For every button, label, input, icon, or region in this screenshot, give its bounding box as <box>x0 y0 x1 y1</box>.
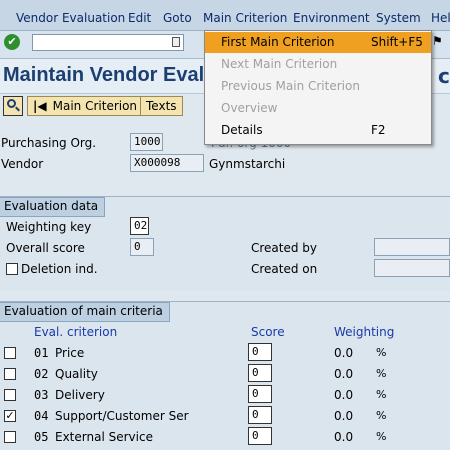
weighting-key-field[interactable]: 02 <box>130 217 149 235</box>
weighting-key-label: Weighting key <box>6 220 92 234</box>
menu-item-label: Next Main Criterion <box>221 57 338 71</box>
col-eval-criterion: Eval. criterion <box>34 325 118 339</box>
enter-check-icon[interactable]: ✔ <box>4 34 20 50</box>
row-select-checkbox[interactable] <box>4 389 16 401</box>
created-on-label: Created on <box>251 262 318 276</box>
menu-item-shortcut: Shift+F5 <box>371 35 423 49</box>
row-select-checkbox[interactable] <box>4 431 16 443</box>
purchasing-org-field: 1000 <box>130 133 163 151</box>
menu-overview[interactable]: Overview <box>205 98 431 119</box>
command-history-icon[interactable] <box>172 37 180 47</box>
menu-environment[interactable]: Environment <box>293 11 370 25</box>
main-criteria-title: Evaluation of main criteria <box>0 302 170 322</box>
menu-details[interactable]: Details F2 <box>205 120 431 141</box>
page-title: Maintain Vendor Evalu <box>3 64 217 86</box>
first-page-icon: |◀ <box>33 99 47 113</box>
menu-help[interactable]: Hel <box>431 11 450 25</box>
checkmark-icon: ✓ <box>5 409 15 422</box>
overall-score-label: Overall score <box>6 241 85 255</box>
col-score: Score <box>251 325 285 339</box>
row-select-checkbox[interactable] <box>4 347 16 359</box>
main-criterion-button-label: Main Criterion <box>52 99 138 113</box>
row-select-checkbox[interactable]: ✓ <box>4 410 16 422</box>
menu-item-label: Details <box>221 123 263 137</box>
criterion-name: Support/Customer Ser <box>55 409 189 423</box>
menu-item-label: Overview <box>221 101 278 115</box>
weighting-value: 0.0 <box>334 346 354 360</box>
score-field[interactable]: 0 <box>248 364 272 382</box>
score-field[interactable]: 0 <box>248 385 272 403</box>
percent-sign: % <box>376 409 387 422</box>
menu-edit[interactable]: Edit <box>128 11 151 25</box>
score-field[interactable]: 0 <box>248 406 272 424</box>
score-field[interactable]: 0 <box>248 427 272 445</box>
created-by-field <box>374 238 450 256</box>
created-on-field <box>374 259 450 277</box>
evaluation-data-title: Evaluation data <box>0 197 106 217</box>
toolbar-overflow-icon[interactable]: ⚑ <box>432 34 450 52</box>
percent-sign: % <box>376 388 387 401</box>
criterion-name: Price <box>55 346 85 360</box>
menu-previous-main-criterion[interactable]: Previous Main Criterion <box>205 76 431 97</box>
weighting-value: 0.0 <box>334 388 354 402</box>
col-weighting: Weighting <box>334 325 395 339</box>
criterion-number: 01 <box>34 346 49 360</box>
menu-item-shortcut: F2 <box>371 123 386 137</box>
criterion-number: 03 <box>34 388 49 402</box>
created-by-label: Created by <box>251 241 318 255</box>
row-select-checkbox[interactable] <box>4 368 16 380</box>
vendor-field: X000098 <box>130 154 204 172</box>
menu-goto[interactable]: Goto <box>163 11 192 25</box>
overall-score-field: 0 <box>130 238 154 256</box>
criterion-number: 02 <box>34 367 49 381</box>
page-title-tail: c <box>438 64 450 88</box>
menu-item-label: First Main Criterion <box>221 35 335 49</box>
menu-first-main-criterion[interactable]: First Main Criterion Shift+F5 <box>205 32 431 53</box>
vendor-label: Vendor <box>1 157 44 171</box>
deletion-indicator-label: Deletion ind. <box>21 262 98 276</box>
percent-sign: % <box>376 367 387 380</box>
criterion-name: External Service <box>55 430 153 444</box>
percent-sign: % <box>376 346 387 359</box>
deletion-indicator-checkbox[interactable] <box>6 263 18 275</box>
vendor-name: Gynmstarchi <box>209 157 286 171</box>
weighting-value: 0.0 <box>334 409 354 423</box>
criterion-name: Delivery <box>55 388 105 402</box>
weighting-value: 0.0 <box>334 367 354 381</box>
find-icon[interactable] <box>3 96 23 116</box>
main-criterion-button[interactable]: |◀ Main Criterion <box>27 96 144 116</box>
menu-vendor-evaluation[interactable]: Vendor Evaluation <box>16 11 125 25</box>
texts-button[interactable]: Texts <box>140 96 183 116</box>
purchasing-org-label: Purchasing Org. <box>1 136 97 150</box>
percent-sign: % <box>376 430 387 443</box>
command-field[interactable] <box>32 34 184 51</box>
criterion-name: Quality <box>55 367 98 381</box>
menu-system[interactable]: System <box>376 11 421 25</box>
score-field[interactable]: 0 <box>248 343 272 361</box>
menu-next-main-criterion[interactable]: Next Main Criterion <box>205 54 431 75</box>
criterion-number: 05 <box>34 430 49 444</box>
menu-main-criterion[interactable]: Main Criterion <box>203 11 287 25</box>
menu-item-label: Previous Main Criterion <box>221 79 360 93</box>
criterion-number: 04 <box>34 409 49 423</box>
weighting-value: 0.0 <box>334 430 354 444</box>
